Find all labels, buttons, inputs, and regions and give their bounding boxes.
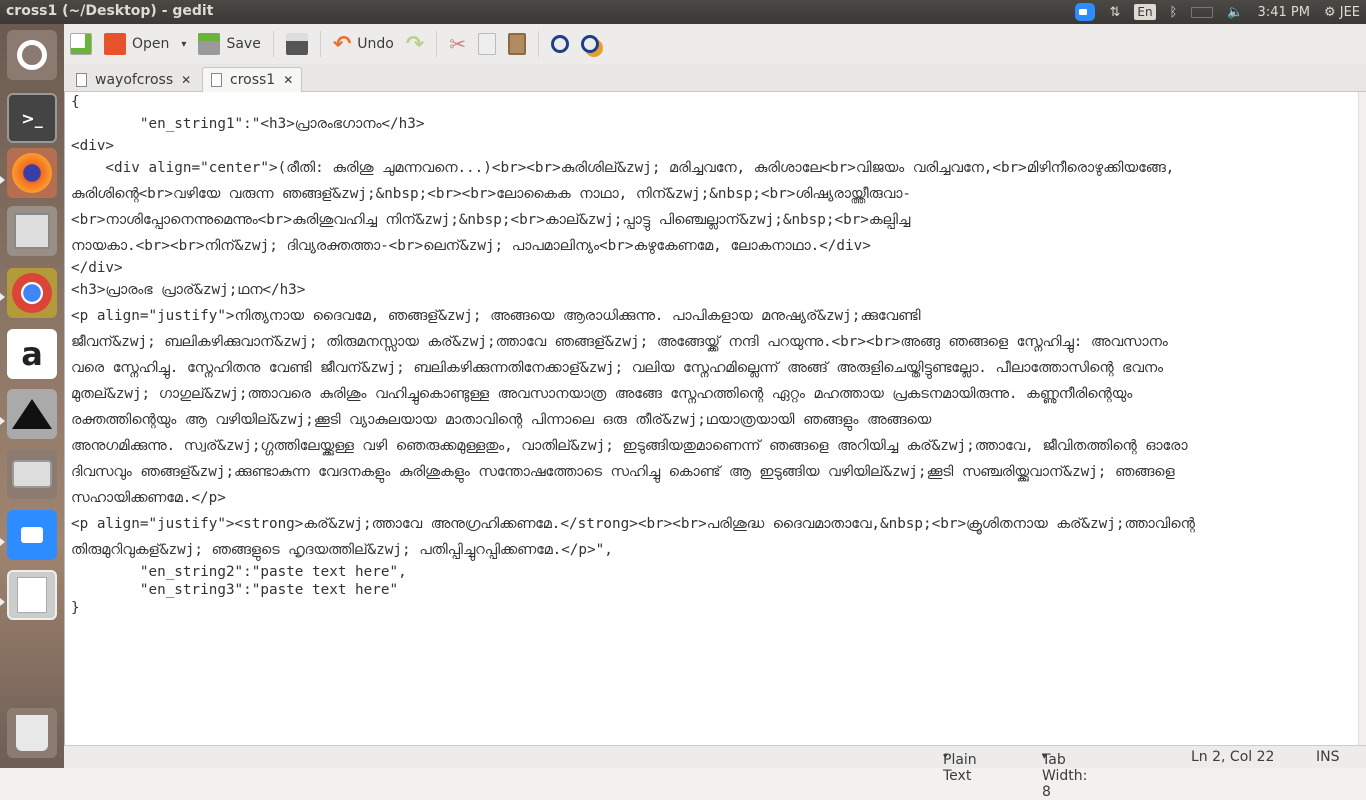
- network-icon[interactable]: ⇅: [1109, 5, 1120, 20]
- inkscape-icon[interactable]: [7, 389, 57, 439]
- keyboard-language[interactable]: En: [1134, 4, 1156, 20]
- print-button[interactable]: [280, 27, 314, 61]
- editor-line: <p align="justify"><strong>കര്&zwj;ത്താവ…: [71, 516, 1195, 532]
- gedit-icon[interactable]: [7, 570, 57, 620]
- ubuntu-dash-icon[interactable]: [7, 30, 57, 80]
- close-tab-icon[interactable]: ✕: [181, 73, 191, 87]
- open-recent-dropdown[interactable]: ▾: [175, 27, 192, 61]
- tab-width-label: Tab Width: 8: [1042, 752, 1088, 800]
- close-tab-icon[interactable]: ✕: [283, 73, 293, 87]
- editor-line: <div>: [71, 137, 115, 154]
- open-label: Open: [132, 36, 170, 52]
- tab-wayofcross[interactable]: wayofcross ✕: [68, 67, 199, 92]
- undo-button[interactable]: ↶ Undo: [327, 27, 400, 61]
- files-icon[interactable]: [7, 206, 57, 256]
- editor-line: രക്തത്തിന്റെയും ആ വഴിയില്&zwj;ക്കൂടി വ്യ…: [71, 412, 932, 428]
- find-button[interactable]: [545, 27, 575, 61]
- redo-button[interactable]: ↷: [400, 27, 430, 61]
- camera-icon[interactable]: [7, 449, 57, 499]
- undo-icon: ↶: [332, 31, 352, 57]
- find-replace-button[interactable]: [575, 27, 605, 61]
- editor-line: തിരുമുറിവുകള്&zwj; ഞങ്ങളുടെ ഹൃദയത്തില്&z…: [71, 542, 613, 558]
- editor-line: {: [71, 94, 80, 110]
- status-bar: Plain Text ▾ Tab Width: 8 ▾ Ln 2, Col 22…: [64, 745, 1366, 800]
- document-icon: [76, 72, 87, 87]
- printer-icon: [285, 33, 308, 55]
- copy-button[interactable]: [472, 27, 502, 61]
- window-title: cross1 (~/Desktop) - gedit: [6, 3, 214, 19]
- battery-icon[interactable]: [1191, 6, 1214, 18]
- session-menu[interactable]: ⚙ JEE: [1324, 5, 1360, 20]
- editor-line: വരെ സ്നേഹിച്ചു. സ്നേഹിതനു വേണ്ടി ജീവന്&z…: [71, 360, 1164, 376]
- terminal-icon[interactable]: >_: [7, 93, 57, 143]
- open-button[interactable]: Open: [98, 27, 175, 61]
- tab-label: wayofcross: [95, 71, 174, 88]
- search-replace-icon: [581, 35, 600, 53]
- editor-line: മുതല്&zwj; ഗാഗുല്&zwj;ത്താവരെ കുരിശും വഹ…: [71, 386, 1133, 402]
- paste-button[interactable]: [502, 27, 532, 61]
- paste-icon: [508, 33, 527, 55]
- document-icon: [211, 73, 222, 87]
- chrome-icon[interactable]: [7, 268, 57, 318]
- user-name: JEE: [1339, 4, 1360, 20]
- bluetooth-icon[interactable]: ᛒ: [1170, 5, 1178, 20]
- folder-icon: [104, 33, 126, 55]
- editor-line: <div align="center">(രീതി: കുരിശു ചുമന്ന…: [71, 159, 1175, 176]
- document-tabs: wayofcross ✕ cross1 ✕: [64, 64, 1366, 92]
- editor-line: }: [71, 600, 80, 616]
- editor-line: സഹായിക്കണമേ.</p>: [71, 490, 226, 506]
- editor-line: <h3>പ്രാരംഭ പ്രാര്&zwj;ഥന</h3>: [71, 282, 306, 298]
- save-button[interactable]: Save: [192, 27, 266, 61]
- redo-icon: ↷: [405, 31, 425, 57]
- new-document-icon: [70, 33, 92, 55]
- volume-icon[interactable]: 🔈: [1227, 5, 1243, 20]
- zoom-icon[interactable]: [7, 510, 57, 560]
- editor-line: "en_string1":"<h3>പ്രാരംഭഗാനം</h3>: [71, 115, 425, 132]
- cursor-position: Ln 2, Col 22: [1191, 749, 1275, 765]
- toolbar: Open ▾ Save ↶ Undo ↷ ✂: [64, 24, 1366, 64]
- save-icon: [198, 33, 221, 55]
- system-tray: ⇅ En ᛒ 🔈 3:41 PM ⚙ JEE: [1075, 0, 1360, 24]
- editor-line: ജീവന്&zwj; ബലികഴിക്കുവാന്&zwj; തിരുമനസ്സ…: [71, 334, 1168, 350]
- new-document-button[interactable]: [64, 27, 98, 61]
- insert-mode: INS: [1316, 749, 1340, 765]
- clock[interactable]: 3:41 PM: [1258, 5, 1310, 20]
- editor-line: നായകാ.<br><br>നിന്&zwj; ദിവ്യരക്തത്താ-<b…: [71, 238, 871, 254]
- text-editor[interactable]: { "en_string1":"<h3>പ്രാരംഭഗാനം</h3> <div…: [64, 92, 1366, 745]
- trash-icon[interactable]: [7, 708, 57, 758]
- undo-label: Undo: [357, 36, 394, 52]
- editor-content[interactable]: { "en_string1":"<h3>പ്രാരംഭഗാനം</h3> <div…: [71, 93, 1195, 617]
- top-panel: cross1 (~/Desktop) - gedit ⇅ En ᛒ 🔈 3:41…: [0, 0, 1366, 24]
- editor-line: <p align="justify">നിത്യനായ ദൈവമേ, ഞങ്ങള…: [71, 308, 921, 324]
- gear-icon: ⚙: [1323, 4, 1336, 20]
- save-label: Save: [226, 36, 261, 52]
- cut-button[interactable]: ✂: [443, 27, 472, 61]
- editor-line: <br>നാശിപ്പോനെന്നുമെന്നും<br>കുരിശുവഹിച്…: [71, 212, 911, 228]
- amazon-icon[interactable]: a: [7, 329, 57, 379]
- editor-line: ദിവസവും ഞങ്ങള്&zwj;ക്കുണ്ടാകുന്ന വേദനകളു…: [71, 464, 1175, 480]
- search-icon: [551, 35, 570, 53]
- scissors-icon: ✂: [449, 32, 467, 56]
- zoom-tray-icon[interactable]: [1075, 3, 1096, 21]
- language-label: Plain Text: [943, 752, 977, 784]
- tab-label: cross1: [230, 72, 276, 88]
- editor-line: അനുഗമിക്കുന്നു. സ്വര്&zwj;ഗ്ഗത്തിലേയ്ക്ക…: [71, 438, 1188, 454]
- editor-line: "en_string3":"paste text here": [71, 582, 399, 598]
- editor-line: </div>: [71, 260, 123, 276]
- copy-icon: [478, 33, 497, 55]
- firefox-icon[interactable]: [7, 148, 57, 198]
- editor-line: "en_string2":"paste text here",: [71, 564, 407, 580]
- launcher: >_ a: [0, 24, 64, 768]
- tab-cross1[interactable]: cross1 ✕: [202, 67, 303, 92]
- editor-line: കുരിശിന്റെ<br>വഴിയേ വരുന്ന ഞങ്ങള്&zwj;&n…: [71, 185, 911, 202]
- scrollbar[interactable]: [1358, 92, 1366, 745]
